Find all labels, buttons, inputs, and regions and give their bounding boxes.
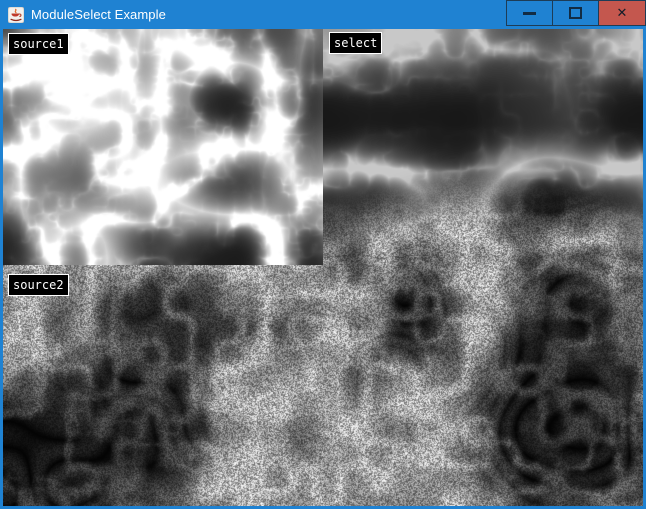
maximize-icon: [569, 7, 582, 19]
java-coffee-cup-icon: [8, 7, 24, 23]
source1-label: source1: [8, 33, 69, 55]
source2-label: source2: [8, 274, 69, 296]
render-area: source1 select source2: [3, 29, 643, 506]
titlebar[interactable]: ModuleSelect Example ✕: [0, 0, 646, 29]
minimize-icon: [523, 12, 536, 15]
window-controls: ✕: [507, 0, 646, 27]
app-window: ModuleSelect Example ✕ source1 select so…: [0, 0, 646, 509]
close-button[interactable]: ✕: [598, 0, 646, 26]
close-icon: ✕: [617, 7, 628, 20]
select-label: select: [329, 32, 382, 54]
minimize-button[interactable]: [506, 0, 553, 26]
source2-image: [3, 265, 323, 506]
maximize-button[interactable]: [552, 0, 599, 26]
window-title: ModuleSelect Example: [31, 0, 166, 29]
source1-image: [3, 29, 323, 265]
